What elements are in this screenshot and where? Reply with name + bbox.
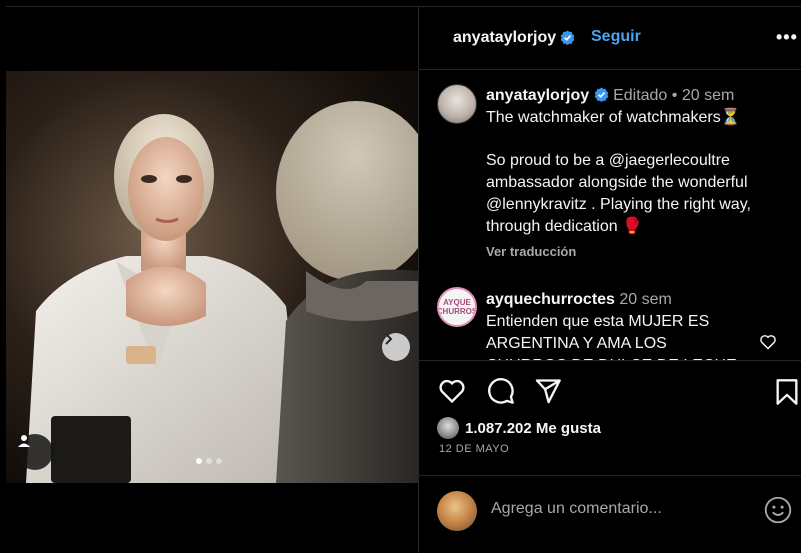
header-username[interactable]: anyataylorjoy [453,29,556,47]
follow-button[interactable]: Seguir [591,28,641,46]
bookmark-icon[interactable] [775,378,799,406]
caption-line-2: So proud to be a @jaegerlecoultre ambass… [486,152,751,235]
likes-count[interactable]: 1.087.202 Me gusta [465,420,601,437]
carousel-dots [196,458,222,464]
comment-time[interactable]: 20 sem [619,291,671,308]
comment-like-heart-icon[interactable] [759,334,777,350]
post-photo[interactable] [6,71,418,483]
media-panel [0,0,418,553]
carousel-dot [216,458,222,464]
see-translation-link[interactable]: Ver traducción [486,244,576,259]
comments-list[interactable]: anyataylorjoy Editado • 20 sem The watch… [419,71,801,361]
chevron-right-icon [385,333,393,345]
details-panel: anyataylorjoy Seguir ••• anyataylorjoy E… [419,7,801,553]
user-tag-icon [18,435,30,447]
caption-header-line: anyataylorjoy Editado • 20 sem [486,85,796,107]
share-icon[interactable] [534,377,562,405]
tagged-users-button[interactable] [17,434,53,470]
carousel-dot [196,458,202,464]
caption-line-1: The watchmaker of watchmakers⏳ [486,109,741,126]
post-header: anyataylorjoy Seguir ••• [419,7,801,70]
actions-divider [419,360,801,361]
next-image-button[interactable] [382,333,410,361]
heart-icon[interactable] [438,378,466,404]
comment-text: Entienden que esta MUJER ES ARGENTINA Y … [486,313,737,361]
caption-username[interactable]: anyataylorjoy [486,87,589,104]
comment-username[interactable]: ayquechurroctes [486,291,615,308]
more-options-icon[interactable]: ••• [776,27,798,48]
comment-input[interactable] [491,500,751,518]
commenter-avatar[interactable]: AYQUE CHURROS [437,287,477,327]
verified-icon [594,87,608,102]
liker-avatar [437,417,459,439]
photo-illustration [6,71,418,483]
separator: • [671,87,678,104]
current-user-avatar [437,491,477,531]
caption-time[interactable]: 20 sem [682,87,734,104]
emoji-icon[interactable] [764,496,792,524]
author-avatar[interactable] [437,84,477,124]
comment-header-line: ayquechurroctes 20 sem [486,289,776,311]
edited-label: Editado [613,87,668,104]
carousel-dot [206,458,212,464]
composer-divider [419,475,801,476]
post-date[interactable]: 12 DE MAYO [439,443,509,455]
verified-icon [560,30,575,45]
likes-row[interactable]: 1.087.202 Me gusta [437,417,601,439]
comment-icon[interactable] [487,377,515,405]
